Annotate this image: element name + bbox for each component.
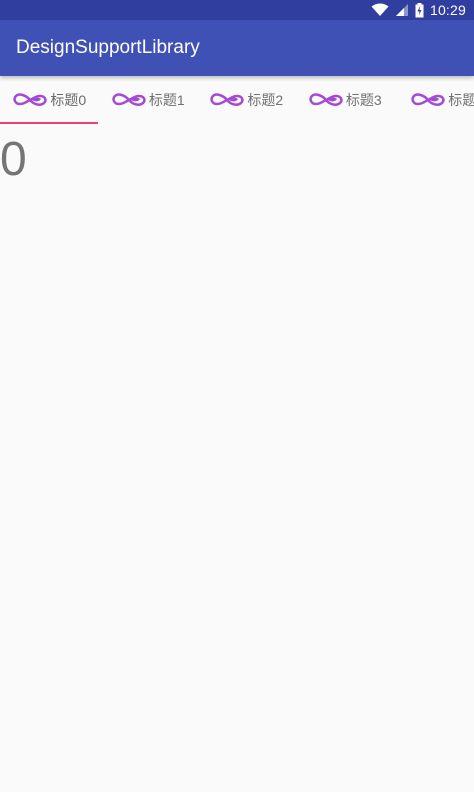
page-number: 0 — [0, 133, 27, 186]
status-bar: 10:29 — [0, 0, 474, 20]
infinity-icon — [209, 92, 245, 108]
tab-2[interactable]: 标题2 — [197, 76, 296, 124]
tab-label: 标题3 — [345, 92, 382, 108]
tab-label: 标题0 — [50, 92, 87, 108]
infinity-icon — [111, 92, 147, 108]
battery-charging-icon — [415, 2, 424, 18]
infinity-icon — [308, 92, 344, 108]
infinity-icon — [12, 92, 48, 108]
tab-3[interactable]: 标题3 — [296, 76, 395, 124]
tab-content: 0 — [0, 124, 474, 792]
tab-0[interactable]: 标题0 — [0, 76, 99, 124]
tab-list: 标题0 标题1 标题2 标题3 标题 — [0, 76, 474, 124]
tab-label: 标题1 — [148, 92, 185, 108]
tab-1[interactable]: 标题1 — [99, 76, 198, 124]
app-screen: 10:29 DesignSupportLibrary 标题0 标题1 标题2 标… — [0, 0, 474, 792]
app-bar: DesignSupportLibrary — [0, 20, 474, 76]
infinity-icon — [410, 92, 446, 108]
status-time: 10:29 — [429, 2, 466, 18]
tab-bar[interactable]: 标题0 标题1 标题2 标题3 标题 — [0, 76, 474, 124]
app-title: DesignSupportLibrary — [16, 37, 200, 58]
wifi-icon — [371, 3, 389, 17]
tab-4[interactable]: 标题 — [394, 76, 474, 124]
tab-indicator — [0, 122, 98, 124]
tab-label: 标题 — [448, 92, 474, 108]
tab-label: 标题2 — [247, 92, 284, 108]
signal-icon — [395, 3, 409, 17]
status-icons: 10:29 — [371, 0, 466, 20]
